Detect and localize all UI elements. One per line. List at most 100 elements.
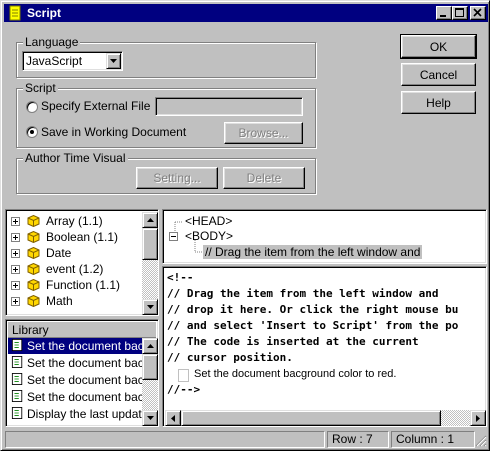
library-item-label: Set the document bacgro	[27, 339, 144, 353]
object-cube-icon	[27, 247, 40, 259]
object-cube-icon	[27, 295, 40, 307]
scroll-up-button[interactable]	[142, 338, 158, 354]
script-snippet-icon	[11, 390, 23, 402]
library-item-label: Set the document bacgro	[27, 373, 144, 387]
setting-button[interactable]: Setting...	[136, 167, 218, 189]
library-header: Library	[8, 322, 156, 338]
language-dropdown-button[interactable]	[106, 53, 121, 69]
author-time-visual-label: Author Time Visual	[23, 151, 128, 165]
script-snippet-icon	[11, 407, 23, 419]
code-editor[interactable]: <!-- // Drag the item from the left wind…	[162, 266, 487, 427]
external-file-input[interactable]	[155, 97, 303, 116]
minimize-icon	[440, 15, 446, 17]
library-item-selected[interactable]: Set the document bacgro	[8, 338, 144, 354]
browse-button[interactable]: Browse...	[224, 122, 303, 144]
external-file-label[interactable]: Specify External File	[41, 99, 150, 113]
scroll-thumb[interactable]	[142, 354, 158, 380]
library-list: Set the document bacgro Set the document…	[8, 338, 144, 426]
close-button[interactable]	[470, 6, 486, 20]
document-tree[interactable]: <HEAD> <BODY> // Drag the item from the …	[162, 209, 487, 264]
scroll-right-button[interactable]	[470, 410, 486, 426]
arrow-up-icon	[146, 218, 154, 222]
code-line-end: //-->	[167, 383, 201, 396]
doc-tree-body[interactable]: <BODY>	[185, 229, 233, 243]
save-in-document-radio[interactable]	[26, 126, 38, 138]
delete-button[interactable]: Delete	[223, 167, 305, 189]
library-title: Library	[12, 323, 49, 337]
arrow-down-icon	[146, 416, 154, 420]
code-editor-hscrollbar[interactable]	[165, 410, 486, 426]
library-panel: Library Set the document bacgro Set the …	[5, 319, 159, 427]
language-group-label: Language	[23, 35, 81, 49]
arrow-left-icon	[171, 414, 175, 422]
expand-icon	[11, 281, 20, 290]
object-cube-icon	[27, 215, 40, 227]
tree-item-label: event (1.2)	[46, 262, 104, 276]
maximize-icon	[455, 8, 464, 17]
tree-item-label: Math	[46, 294, 73, 308]
expand-icon	[11, 265, 20, 274]
code-line: // Drag the item from the left window an…	[167, 287, 439, 300]
title-bar[interactable]: Script	[4, 4, 488, 22]
object-tree-list: Array (1.1) Boolean (1.1) Date event (1.…	[8, 212, 144, 315]
expand-icon	[11, 233, 20, 242]
collapse-icon[interactable]	[169, 232, 178, 241]
external-file-radio[interactable]	[26, 101, 38, 113]
scroll-thumb[interactable]	[181, 410, 441, 426]
save-in-document-label[interactable]: Save in Working Document	[41, 125, 186, 139]
tree-item-label: Date	[46, 246, 72, 260]
tree-item-label: Function (1.1)	[46, 278, 121, 292]
doc-tree-script-node[interactable]: // Drag the item from the left window an…	[203, 245, 423, 259]
help-button[interactable]: Help	[401, 91, 476, 114]
code-line: // The code is inserted at the current	[167, 335, 419, 348]
code-line: // cursor position.	[167, 351, 293, 364]
inserted-snippet-icon	[178, 369, 189, 382]
ok-button[interactable]: OK	[400, 34, 477, 59]
window-title: Script	[27, 6, 62, 20]
code-line: // drop it here. Or click the right mous…	[167, 303, 459, 316]
language-select-value: JavaScript	[26, 54, 83, 68]
radio-selected-dot	[30, 130, 34, 134]
script-document-icon	[9, 5, 21, 21]
script-dialog: Script OK Cancel Help Language JavaScrip…	[0, 0, 490, 451]
language-select[interactable]: JavaScript	[22, 51, 123, 71]
status-main	[5, 431, 325, 448]
minimize-button[interactable]	[436, 6, 452, 20]
maximize-button[interactable]	[452, 6, 468, 20]
script-snippet-icon	[11, 356, 23, 368]
doc-tree-head[interactable]: <HEAD>	[185, 214, 232, 228]
close-icon	[473, 8, 482, 17]
tree-item-label: Array (1.1)	[46, 214, 103, 228]
arrow-up-icon	[146, 344, 154, 348]
script-snippet-icon	[11, 339, 23, 351]
scroll-left-button[interactable]	[165, 410, 181, 426]
library-scrollbar[interactable]	[142, 338, 158, 426]
code-line: // and select 'Insert to Script' from th…	[167, 319, 459, 332]
expand-icon	[11, 297, 20, 306]
library-item-label: Set the document bacgro	[27, 356, 144, 370]
object-tree-scrollbar[interactable]	[142, 212, 158, 315]
expand-icon	[11, 249, 20, 258]
tree-item-label: Boolean (1.1)	[46, 230, 119, 244]
object-cube-icon	[27, 279, 40, 291]
scroll-down-button[interactable]	[142, 410, 158, 426]
code-line: <!--	[167, 271, 194, 284]
scroll-down-button[interactable]	[142, 299, 158, 315]
object-cube-icon	[27, 231, 40, 243]
object-tree[interactable]: Array (1.1) Boolean (1.1) Date event (1.…	[5, 209, 159, 316]
status-row: Row : 7	[327, 431, 389, 448]
library-item-label: Set the document bacgro	[27, 390, 144, 404]
script-group-label: Script	[23, 81, 58, 95]
arrow-down-icon	[146, 305, 154, 309]
chevron-down-icon	[110, 59, 117, 63]
scroll-thumb[interactable]	[142, 228, 158, 260]
scroll-up-button[interactable]	[142, 212, 158, 228]
status-column: Column : 1	[391, 431, 475, 448]
arrow-right-icon	[476, 414, 480, 422]
cancel-button[interactable]: Cancel	[401, 63, 476, 86]
code-editor-content[interactable]: <!-- // Drag the item from the left wind…	[165, 269, 486, 410]
resize-grip-icon[interactable]	[475, 435, 487, 447]
inserted-snippet-label[interactable]: Set the document bacground color to red.	[194, 368, 396, 380]
expand-icon	[11, 217, 20, 226]
script-snippet-icon	[11, 373, 23, 385]
